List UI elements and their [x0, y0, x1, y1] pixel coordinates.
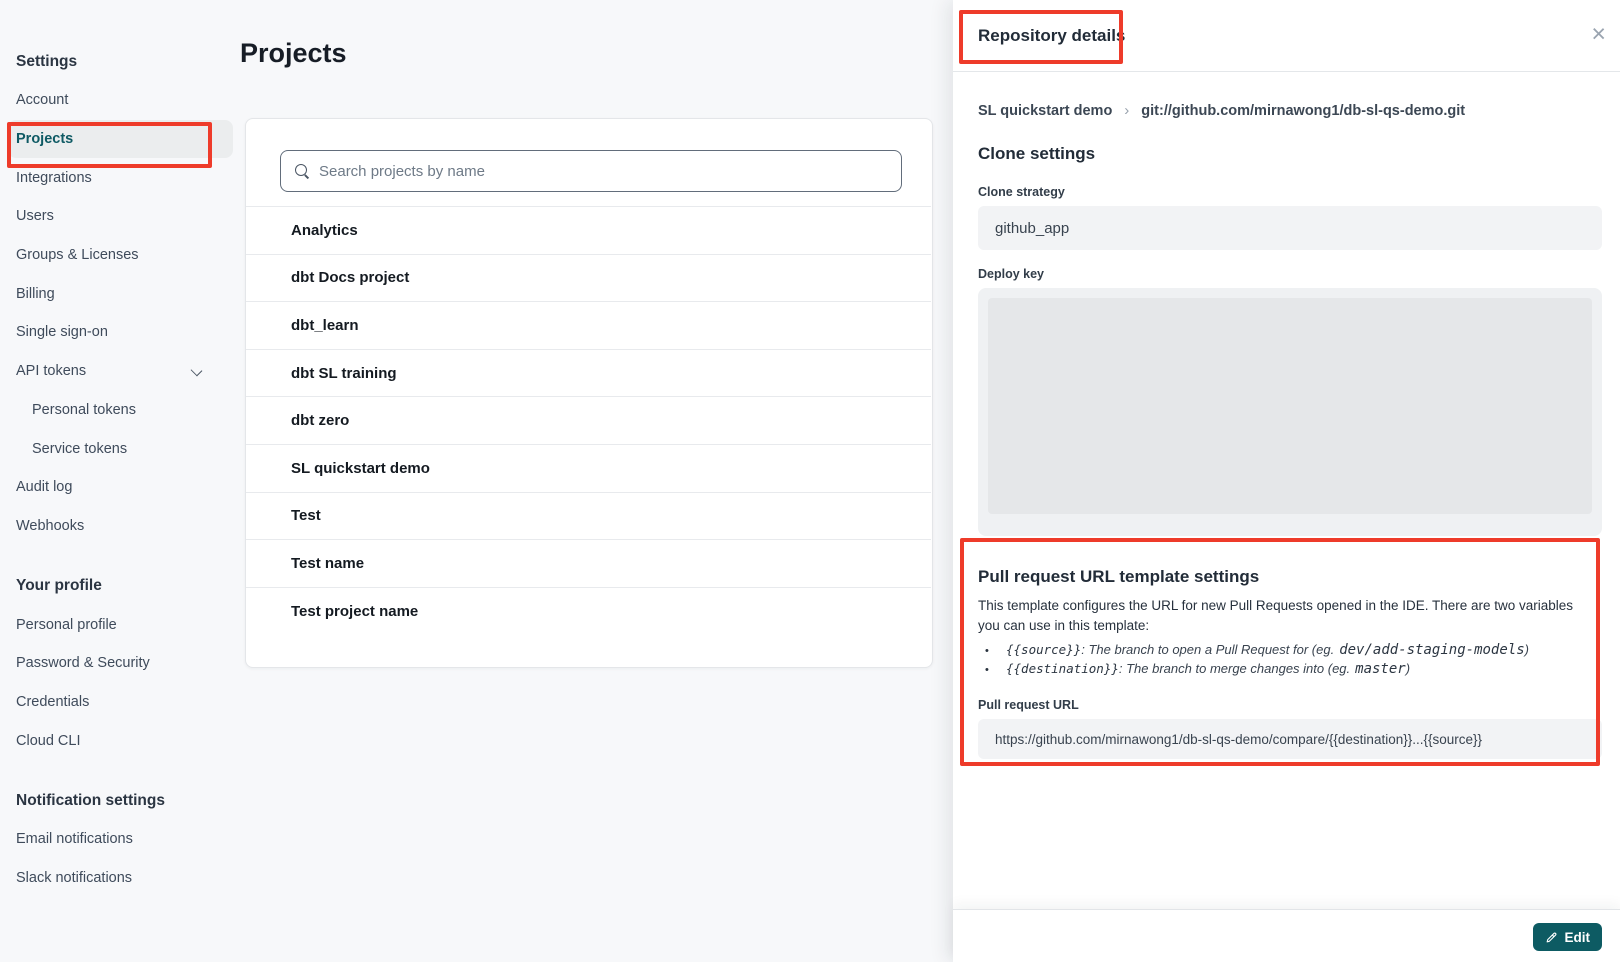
sidebar-item-account[interactable]: Account: [0, 81, 233, 120]
projects-card: Analytics dbt Docs project dbt_learn dbt…: [245, 118, 933, 668]
project-list: Analytics dbt Docs project dbt_learn dbt…: [246, 206, 931, 634]
panel-title: Repository details: [978, 26, 1125, 46]
source-example: dev/add-staging-models: [1339, 642, 1524, 658]
clone-settings-heading: Clone settings: [978, 144, 1602, 164]
sidebar-heading-notification-settings: Notification settings: [0, 782, 245, 820]
pull-request-url-value: https://github.com/mirnawong1/db-sl-qs-d…: [978, 719, 1602, 759]
close-icon[interactable]: ×: [1587, 18, 1610, 51]
source-variable: {{source}}: [1006, 642, 1081, 657]
breadcrumb-project: SL quickstart demo: [978, 103, 1112, 119]
pr-template-heading: Pull request URL template settings: [978, 567, 1602, 587]
chevron-down-icon: [191, 364, 203, 376]
settings-sidebar: Settings Account Projects Integrations U…: [0, 0, 245, 897]
sidebar-item-credentials[interactable]: Credentials: [0, 683, 233, 722]
sidebar-item-slack-notifications[interactable]: Slack notifications: [0, 859, 233, 898]
bullet-icon: •: [985, 643, 995, 660]
sidebar-item-audit-log[interactable]: Audit log: [0, 468, 233, 507]
bullet-icon: •: [985, 662, 995, 679]
sidebar-item-cloud-cli[interactable]: Cloud CLI: [0, 721, 233, 760]
project-row[interactable]: dbt_learn: [246, 301, 931, 349]
sidebar-item-personal-tokens[interactable]: Personal tokens: [0, 391, 233, 430]
project-row[interactable]: Test: [246, 492, 931, 540]
panel-footer: Edit: [953, 909, 1620, 962]
project-row[interactable]: Test name: [246, 539, 931, 587]
search-icon: [294, 163, 310, 179]
project-row[interactable]: SL quickstart demo: [246, 444, 931, 492]
repository-details-panel: Repository details × SL quickstart demo …: [953, 0, 1620, 962]
search-input[interactable]: [319, 163, 901, 180]
panel-body: SL quickstart demo › git://github.com/mi…: [953, 102, 1620, 759]
pr-variable-destination: • {{destination}}: The branch to merge c…: [978, 660, 1602, 679]
destination-variable: {{destination}}: [1006, 661, 1119, 676]
clone-strategy-value: github_app: [978, 206, 1602, 250]
deploy-key-redacted-value: [988, 298, 1592, 514]
pr-variable-list: • {{source}}: The branch to open a Pull …: [978, 641, 1602, 679]
deploy-key-box: [978, 288, 1602, 536]
deploy-key-label: Deploy key: [978, 267, 1602, 281]
sidebar-item-projects[interactable]: Projects: [8, 120, 233, 159]
project-row[interactable]: Test project name: [246, 587, 931, 635]
sidebar-item-webhooks[interactable]: Webhooks: [0, 507, 233, 546]
sidebar-item-api-tokens[interactable]: API tokens: [0, 352, 233, 391]
panel-header: Repository details: [953, 0, 1620, 72]
pr-template-description: This template configures the URL for new…: [978, 596, 1578, 635]
sidebar-item-groups-licenses[interactable]: Groups & Licenses: [0, 236, 233, 275]
sidebar-item-password-security[interactable]: Password & Security: [0, 644, 233, 683]
breadcrumb: SL quickstart demo › git://github.com/mi…: [978, 102, 1602, 119]
project-row[interactable]: dbt SL training: [246, 349, 931, 397]
sidebar-heading-settings: Settings: [0, 43, 245, 81]
sidebar-item-email-notifications[interactable]: Email notifications: [0, 820, 233, 859]
destination-example: master: [1355, 661, 1406, 677]
sidebar-item-users[interactable]: Users: [0, 197, 233, 236]
page-title: Projects: [240, 38, 347, 69]
clone-strategy-label: Clone strategy: [978, 185, 1602, 199]
sidebar-item-integrations[interactable]: Integrations: [0, 158, 233, 197]
breadcrumb-separator-icon: ›: [1124, 102, 1129, 119]
breadcrumb-repo-url: git://github.com/mirnawong1/db-sl-qs-dem…: [1141, 103, 1465, 119]
edit-button[interactable]: Edit: [1533, 923, 1603, 951]
pull-request-url-label: Pull request URL: [978, 698, 1602, 712]
sidebar-item-single-sign-on[interactable]: Single sign-on: [0, 313, 233, 352]
sidebar-item-personal-profile[interactable]: Personal profile: [0, 605, 233, 644]
sidebar-item-service-tokens[interactable]: Service tokens: [0, 429, 233, 468]
sidebar-item-billing[interactable]: Billing: [0, 274, 233, 313]
sidebar-heading-your-profile: Your profile: [0, 567, 245, 605]
project-row[interactable]: dbt zero: [246, 396, 931, 444]
pencil-icon: [1545, 931, 1558, 944]
pr-variable-source: • {{source}}: The branch to open a Pull …: [978, 641, 1602, 660]
project-row[interactable]: dbt Docs project: [246, 254, 931, 302]
project-row[interactable]: Analytics: [246, 206, 931, 254]
project-search: [280, 150, 902, 192]
